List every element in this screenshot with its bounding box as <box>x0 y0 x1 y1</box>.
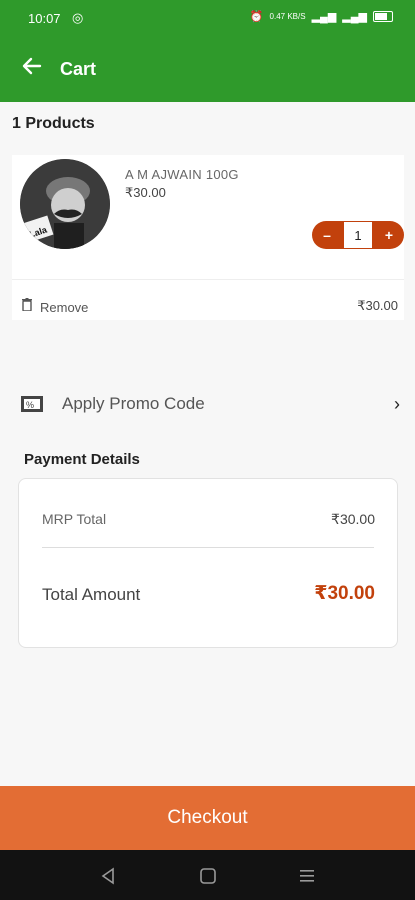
recents-nav-icon[interactable] <box>298 867 316 885</box>
mrp-total-label: MRP Total <box>42 511 107 527</box>
total-amount-value: ₹30.00 <box>314 583 375 604</box>
app-bar: Cart <box>0 36 415 102</box>
signal-icon: ▂▄▆ <box>311 11 337 23</box>
apply-promo-code-row[interactable]: % Apply Promo Code › <box>20 389 400 421</box>
signal-icon-2: ▂▄▆ <box>342 11 367 23</box>
trash-icon <box>22 298 32 316</box>
card-divider <box>12 279 404 280</box>
quantity-stepper: – 1 + <box>312 221 404 249</box>
line-total: ₹30.00 <box>357 298 398 313</box>
product-image: Lala <box>20 159 110 249</box>
battery-icon <box>373 11 393 22</box>
status-time: 10:07 <box>28 11 61 26</box>
chevron-right-icon: › <box>394 394 400 414</box>
status-bar: 10:07 ◎ ⏰ 0.47 KB/S ▂▄▆ ▂▄▆ <box>0 0 415 36</box>
net-speed: 0.47 KB/S <box>269 12 306 21</box>
quantity-value: 1 <box>344 222 372 248</box>
remove-button[interactable]: Remove <box>22 298 88 316</box>
alarm-icon: ⏰ <box>249 11 264 23</box>
decrease-quantity-button[interactable]: – <box>312 221 342 249</box>
total-amount-label: Total Amount <box>42 585 141 604</box>
back-arrow-icon[interactable] <box>20 54 44 78</box>
payment-details-title: Payment Details <box>24 451 140 468</box>
product-name: A M AJWAIN 100G <box>125 167 239 182</box>
increase-quantity-button[interactable]: + <box>374 221 404 249</box>
payment-divider <box>42 547 374 548</box>
back-nav-icon[interactable] <box>99 867 117 885</box>
status-icons: ⏰ 0.47 KB/S ▂▄▆ ▂▄▆ <box>250 10 393 23</box>
product-price: ₹30.00 <box>125 185 166 200</box>
remove-label: Remove <box>40 299 89 315</box>
svg-text:%: % <box>26 400 34 410</box>
system-nav-bar <box>0 850 415 900</box>
home-nav-icon[interactable] <box>199 867 217 885</box>
products-count: 1 Products <box>12 115 95 132</box>
payment-details-card: MRP Total ₹30.00 Total Amount ₹30.00 <box>18 478 398 648</box>
mrp-total-value: ₹30.00 <box>331 511 375 527</box>
whatsapp-icon: ◎ <box>72 10 84 25</box>
page-title: Cart <box>60 59 97 79</box>
checkout-button[interactable]: Checkout <box>0 786 415 850</box>
promo-label: Apply Promo Code <box>62 394 205 413</box>
cart-item-card: Lala A M AJWAIN 100G ₹30.00 – 1 + Remove… <box>12 155 404 320</box>
promo-code-icon: % <box>20 395 44 418</box>
